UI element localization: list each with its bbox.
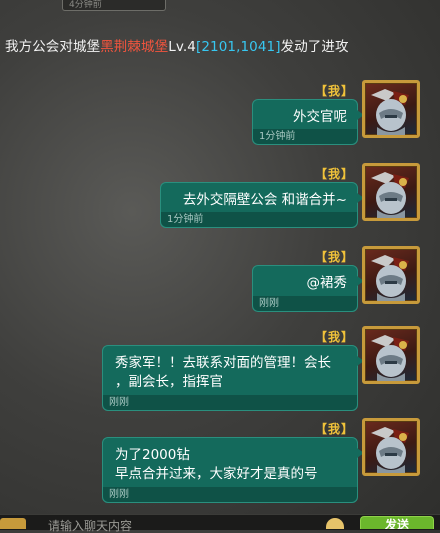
- sender-label: 【我】: [314, 422, 354, 436]
- system-attack-notice: 我方公会对城堡黑荆棘城堡Lv.4[2101,1041]发动了进攻: [5, 35, 349, 55]
- notice-suffix: 发动了进攻: [280, 39, 349, 55]
- castle-coords-link[interactable]: [2101,1041]: [196, 39, 281, 55]
- armored-knight-avatar-icon: [371, 255, 409, 301]
- message-time: 1分钟前: [161, 212, 357, 227]
- emoji-icon[interactable]: [326, 518, 344, 529]
- armored-knight-avatar-icon: [371, 172, 409, 218]
- message-text: 外交官呢: [293, 109, 347, 125]
- armored-knight-avatar-icon: [371, 89, 409, 135]
- channel-switch-button[interactable]: [0, 518, 26, 529]
- sender-label: 【我】: [314, 250, 354, 264]
- castle-name-link[interactable]: 黑荆棘城堡: [100, 39, 168, 55]
- previous-message-time: 4分钟前: [62, 0, 166, 11]
- message-time: 刚刚: [103, 395, 357, 410]
- armored-knight-avatar-icon: [371, 335, 409, 381]
- message-text: 去外交隔壁公会 和谐合并~: [182, 192, 347, 208]
- send-button[interactable]: 发送: [360, 516, 434, 529]
- chat-input[interactable]: [48, 519, 308, 533]
- message-bubble[interactable]: 秀家军！！去联系对面的管理！会长 ，副会长，指挥官 刚刚: [102, 345, 364, 411]
- message-bubble[interactable]: 去外交隔壁公会 和谐合并~ 1分钟前: [160, 182, 364, 228]
- avatar[interactable]: [362, 326, 420, 384]
- armored-knight-avatar-icon: [371, 427, 409, 473]
- message-time: 1分钟前: [253, 129, 357, 144]
- message-text: 秀家军！！去联系对面的管理！会长 ，副会长，指挥官: [115, 355, 331, 390]
- message-bubble[interactable]: 外交官呢 1分钟前: [252, 99, 364, 145]
- message-bubble[interactable]: 为了2000钻 早点合并过来，大家好才是真的号 刚刚: [102, 437, 364, 503]
- notice-prefix: 我方公会对城堡: [5, 39, 101, 55]
- message-text: @裙秀: [306, 275, 348, 291]
- sender-label: 【我】: [314, 330, 354, 344]
- avatar[interactable]: [362, 80, 420, 138]
- castle-level: Lv.4: [168, 39, 196, 55]
- avatar[interactable]: [362, 418, 420, 476]
- avatar[interactable]: [362, 163, 420, 221]
- message-text: 为了2000钻 早点合并过来，大家好才是真的号: [115, 447, 318, 482]
- sender-label: 【我】: [314, 84, 354, 98]
- sender-label: 【我】: [314, 167, 354, 181]
- avatar[interactable]: [362, 246, 420, 304]
- message-time: 刚刚: [253, 296, 357, 311]
- message-bubble[interactable]: @裙秀 刚刚: [252, 265, 364, 312]
- message-time: 刚刚: [103, 487, 357, 502]
